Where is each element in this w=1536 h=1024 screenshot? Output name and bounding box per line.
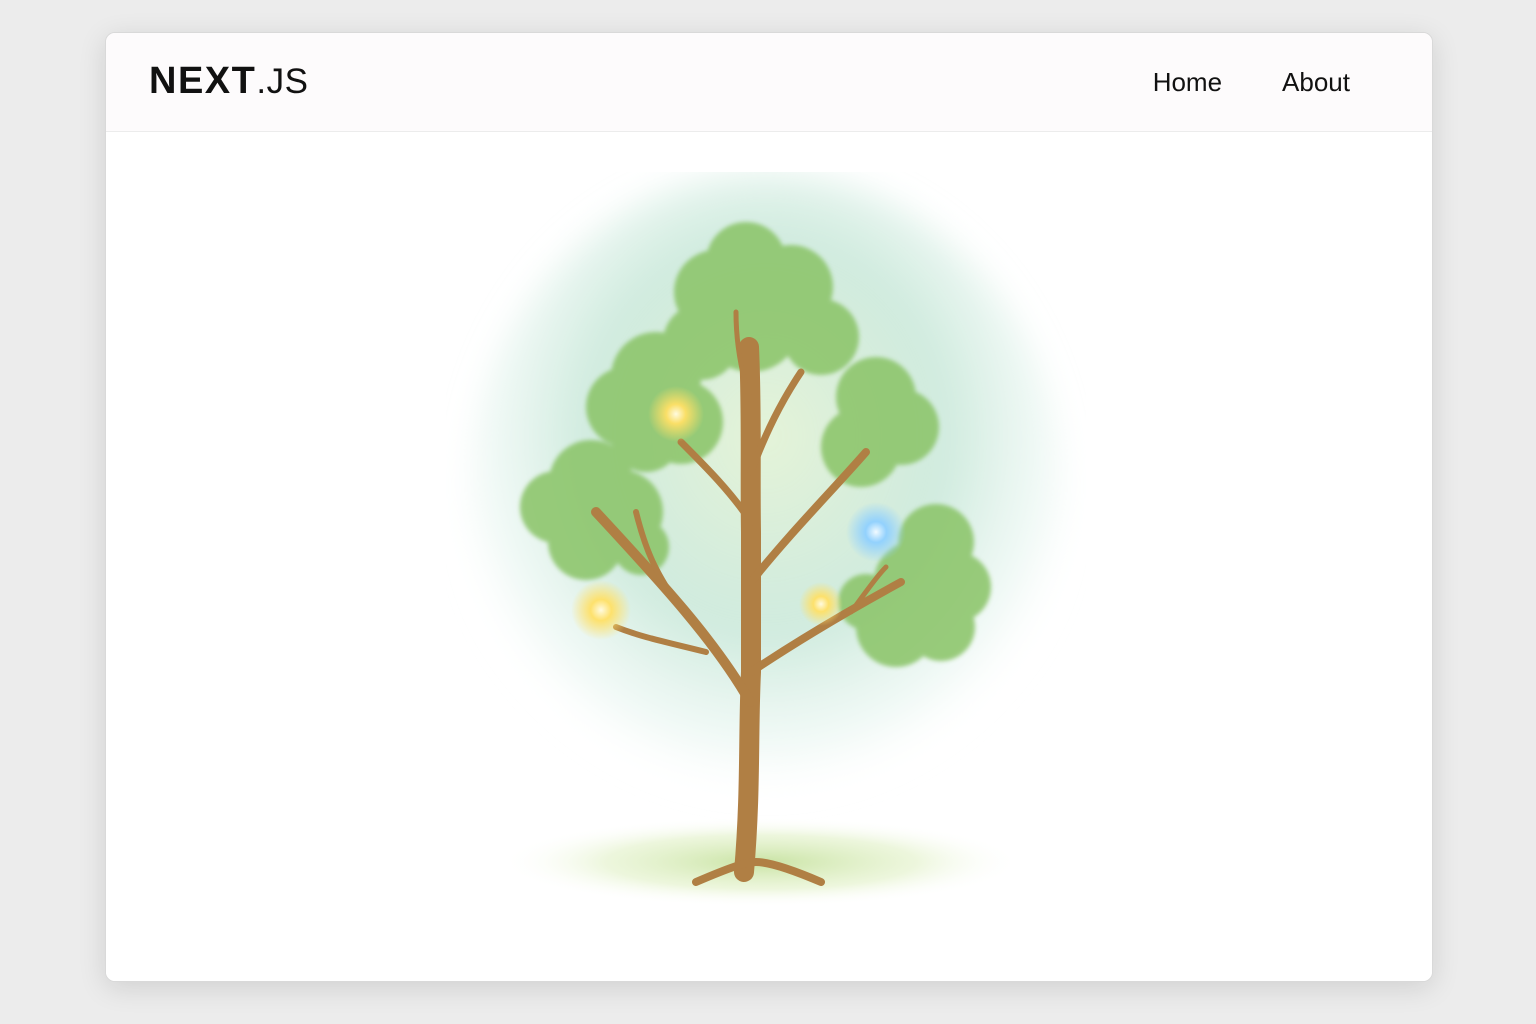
- top-navbar: NEXT.JS Home About: [106, 33, 1432, 132]
- light-blue: [846, 502, 906, 562]
- tree-illustration: [466, 172, 1066, 907]
- nav-link-about[interactable]: About: [1282, 67, 1350, 97]
- logo-wordmark: NEXT: [149, 60, 257, 102]
- browser-window: NEXT.JS Home About: [105, 32, 1433, 982]
- light-yellow-2: [571, 580, 631, 640]
- light-yellow-3: [799, 582, 843, 626]
- logo-suffix: .JS: [256, 62, 309, 101]
- main-content: [106, 132, 1432, 981]
- main-nav: Home About: [1153, 67, 1350, 97]
- nav-link-home[interactable]: Home: [1153, 67, 1222, 97]
- light-yellow-1: [648, 386, 704, 442]
- nextjs-logo[interactable]: NEXT.JS: [149, 61, 308, 101]
